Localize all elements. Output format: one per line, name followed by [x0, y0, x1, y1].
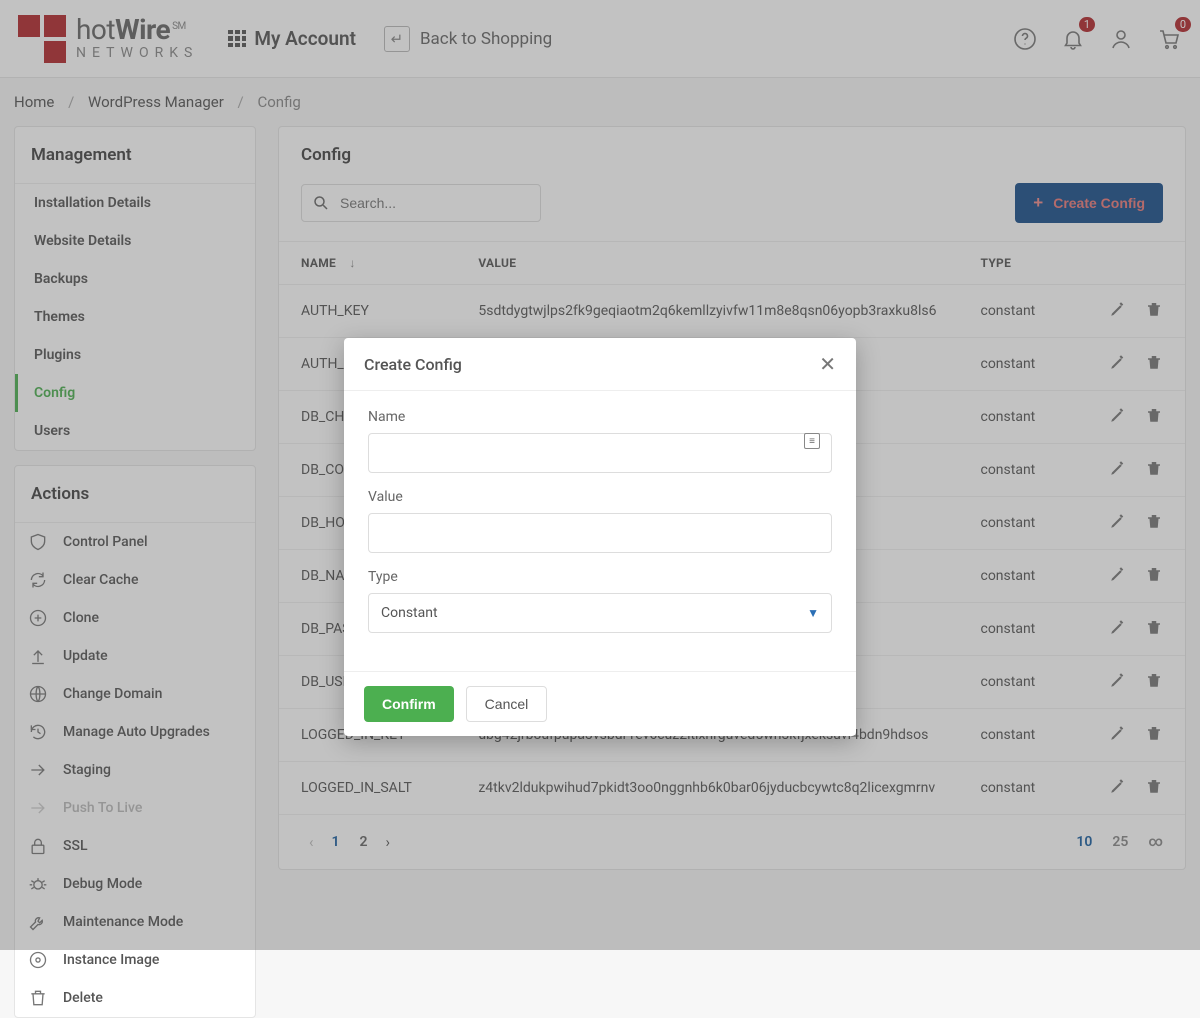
modal-overlay[interactable]: Create Config ✕ Name ≡ Value Type Consta… — [0, 0, 1200, 950]
cancel-button[interactable]: Cancel — [466, 686, 548, 722]
field-name-label: Name — [368, 409, 832, 425]
action-label: Delete — [63, 990, 103, 1006]
trash-icon — [27, 988, 49, 1008]
field-type-label: Type — [368, 569, 832, 585]
chevron-down-icon: ▼ — [807, 606, 819, 620]
field-type-value: Constant — [381, 605, 438, 621]
close-icon[interactable]: ✕ — [819, 352, 836, 376]
field-type-select[interactable]: Constant ▼ — [368, 593, 832, 633]
field-value-input[interactable] — [368, 513, 832, 553]
create-config-modal: Create Config ✕ Name ≡ Value Type Consta… — [344, 338, 856, 736]
field-value-label: Value — [368, 489, 832, 505]
modal-title: Create Config — [364, 355, 462, 374]
confirm-button[interactable]: Confirm — [364, 686, 454, 722]
field-name-input[interactable] — [368, 433, 832, 473]
disc-icon — [27, 950, 49, 970]
action-label: Instance Image — [63, 952, 159, 968]
autofill-contact-icon[interactable]: ≡ — [804, 433, 820, 449]
action-delete[interactable]: Delete — [15, 979, 255, 1017]
